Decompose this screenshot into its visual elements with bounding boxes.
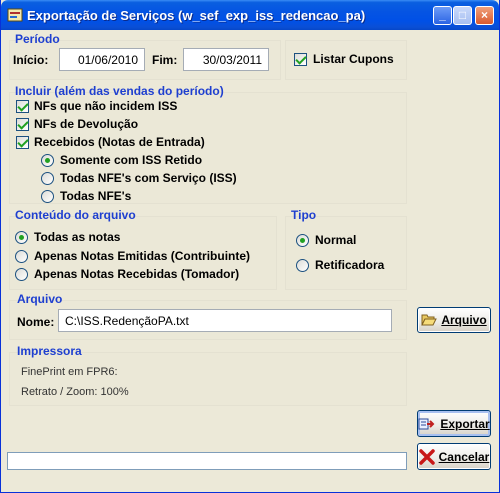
nfs-nao-incidem-checkbox[interactable]: [16, 100, 29, 113]
periodo-group-label: Período: [15, 32, 60, 46]
todas-notas-radio[interactable]: [15, 231, 28, 244]
normal-radio[interactable]: [296, 234, 309, 247]
export-icon: [418, 418, 435, 429]
listar-cupons-label[interactable]: Listar Cupons: [313, 52, 394, 66]
incluir-group-label: Incluir (além das vendas do período): [15, 84, 224, 98]
arquivo-nome-input[interactable]: C:\ISS.RedençãoPA.txt: [58, 309, 392, 332]
nfs-devolucao-label[interactable]: NFs de Devolução: [34, 117, 138, 131]
retificadora-radio[interactable]: [296, 259, 309, 272]
app-icon: [7, 8, 23, 22]
todas-nfe-servico-radio[interactable]: [41, 172, 54, 185]
conteudo-group-label: Conteúdo do arquivo: [15, 208, 136, 222]
recebidos-checkbox[interactable]: [16, 136, 29, 149]
todas-notas-label[interactable]: Todas as notas: [34, 230, 120, 244]
nfs-nao-incidem-label[interactable]: NFs que não incidem ISS: [34, 99, 177, 113]
arquivo-group-label: Arquivo: [17, 292, 63, 306]
printer-zoom-text: Retrato / Zoom: 100%: [21, 386, 129, 398]
folder-open-icon: [421, 314, 438, 326]
window-title: Exportação de Serviços (w_sef_exp_iss_re…: [27, 8, 366, 23]
minimize-button[interactable]: _: [433, 6, 452, 25]
impressora-group-label: Impressora: [17, 344, 82, 358]
fim-date-input[interactable]: 30/03/2011: [183, 48, 269, 71]
nome-label: Nome:: [17, 315, 55, 329]
todas-nfe-radio[interactable]: [41, 190, 54, 203]
notas-emitidas-radio[interactable]: [15, 250, 28, 263]
nfs-devolucao-checkbox[interactable]: [16, 118, 29, 131]
listar-cupons-checkbox[interactable]: [294, 53, 307, 66]
iss-retido-label[interactable]: Somente com ISS Retido: [60, 153, 202, 167]
printer-name-text: FinePrint em FPR6:: [21, 366, 118, 378]
notas-emitidas-label[interactable]: Apenas Notas Emitidas (Contribuinte): [34, 249, 250, 263]
tipo-group-label: Tipo: [291, 208, 317, 222]
progress-bar: [7, 452, 407, 470]
arquivo-button[interactable]: Arquivo: [417, 307, 491, 333]
notas-recebidas-label[interactable]: Apenas Notas Recebidas (Tomador): [34, 267, 239, 281]
tipo-group: [285, 216, 407, 290]
cancel-x-icon: [418, 448, 435, 465]
recebidos-label[interactable]: Recebidos (Notas de Entrada): [34, 135, 205, 149]
dialog-window: Exportação de Serviços (w_sef_exp_iss_re…: [0, 0, 500, 493]
inicio-label: Início:: [13, 53, 49, 67]
inicio-date-input[interactable]: 01/06/2010: [59, 48, 145, 71]
normal-label[interactable]: Normal: [315, 233, 356, 247]
iss-retido-radio[interactable]: [41, 154, 54, 167]
retificadora-label[interactable]: Retificadora: [315, 258, 384, 272]
cancelar-button[interactable]: Cancelar: [417, 443, 491, 470]
maximize-button[interactable]: □: [453, 6, 472, 25]
title-bar[interactable]: Exportação de Serviços (w_sef_exp_iss_re…: [1, 0, 499, 30]
close-button[interactable]: ×: [475, 6, 494, 25]
fim-label: Fim:: [152, 53, 178, 67]
exportar-button[interactable]: Exportar: [417, 410, 491, 437]
todas-nfe-label[interactable]: Todas NFE's: [60, 189, 131, 203]
todas-nfe-servico-label[interactable]: Todas NFE's com Serviço (ISS): [60, 171, 237, 185]
cancelar-button-label: Cancelar: [438, 449, 490, 464]
exportar-button-label: Exportar: [440, 416, 490, 431]
arquivo-button-label: Arquivo: [441, 313, 487, 327]
notas-recebidas-radio[interactable]: [15, 268, 28, 281]
